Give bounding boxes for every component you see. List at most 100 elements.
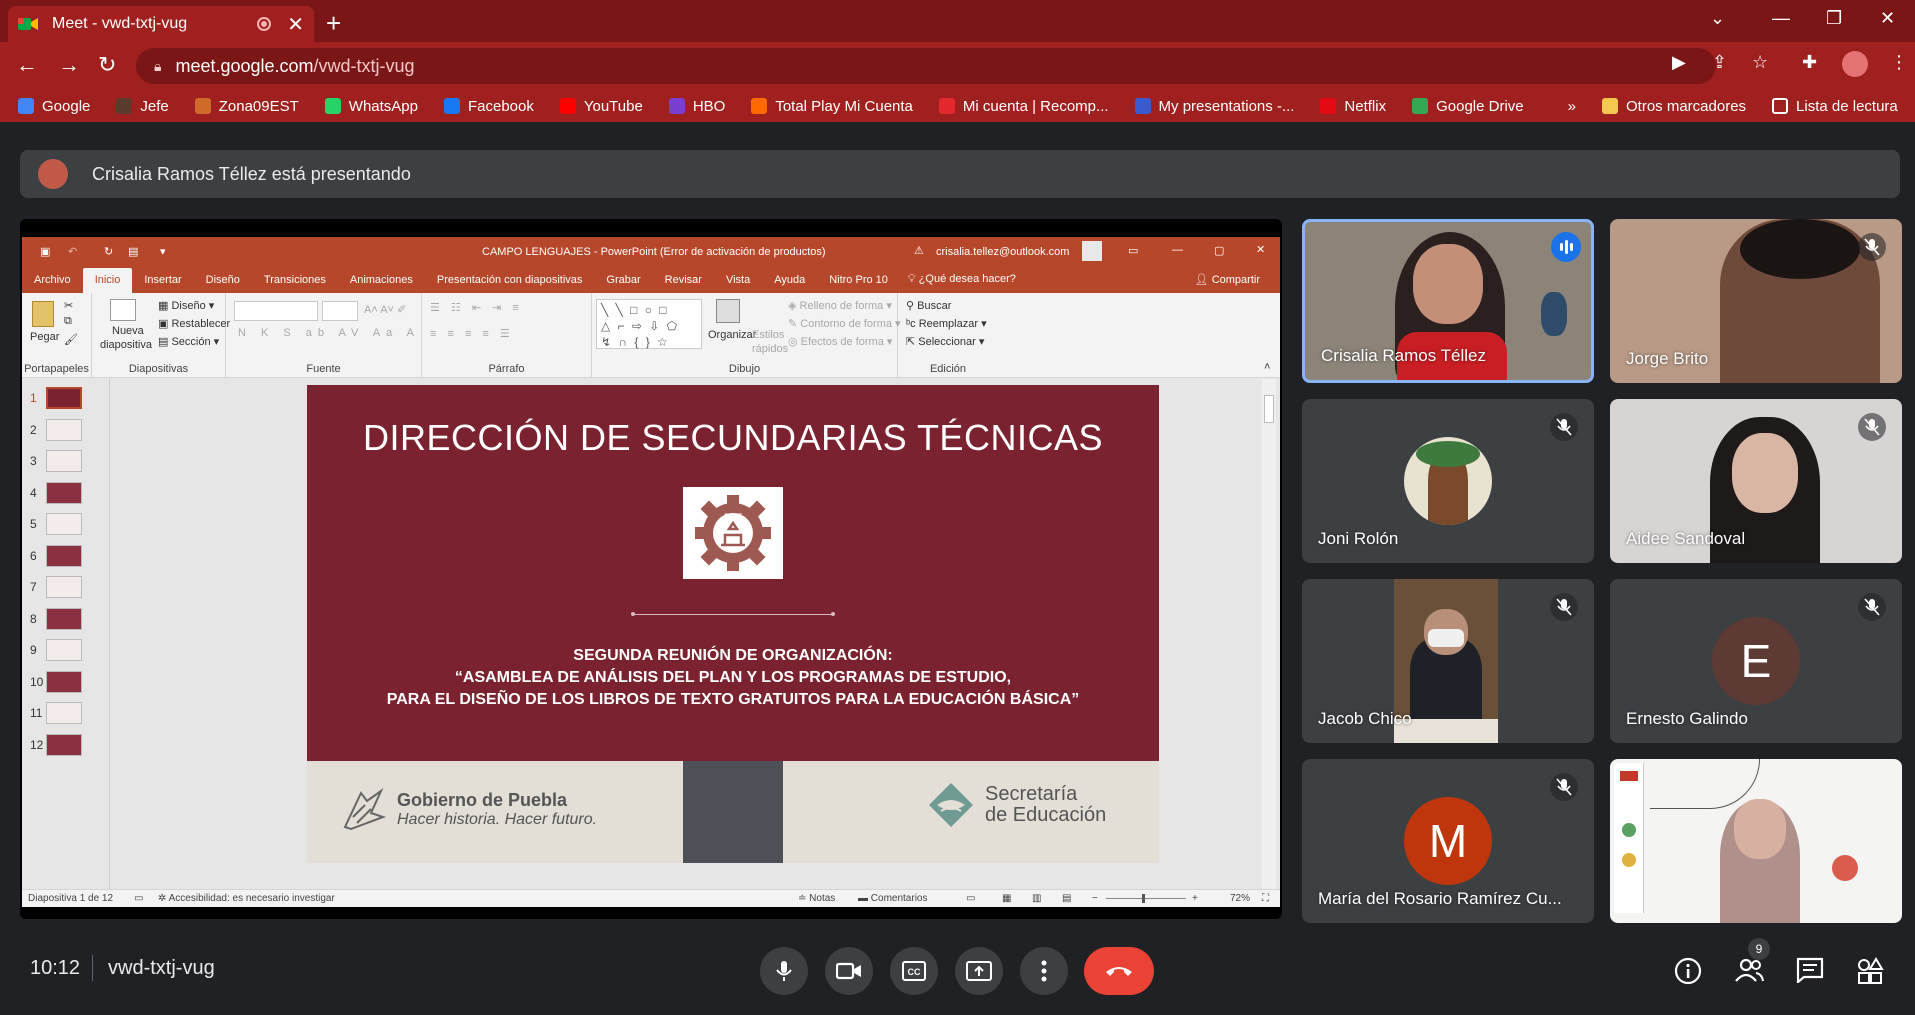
find-button[interactable]: ⚲ Buscar <box>906 299 951 312</box>
camera-permission-icon[interactable]: ▶ <box>1672 52 1686 73</box>
redo-icon[interactable]: ↻ <box>104 245 113 258</box>
quick-styles-line2[interactable]: rápidos <box>752 343 788 355</box>
font-format-icons[interactable]: N K S ab AV Aa A <box>238 327 420 339</box>
ppt-minimize-icon[interactable]: — <box>1172 244 1183 256</box>
ribbon-tab-vista[interactable]: Vista <box>714 274 762 293</box>
bookmark-item[interactable]: Netflix <box>1320 98 1386 115</box>
participant-tile[interactable]: E Ernesto Galindo <box>1610 579 1902 743</box>
qat-dropdown-icon[interactable]: ▾ <box>160 245 166 258</box>
reading-view-icon[interactable]: ▥ <box>1032 893 1041 904</box>
zoom-out-icon[interactable]: − <box>1092 893 1098 904</box>
browser-menu-icon[interactable]: ⋮ <box>1890 52 1908 73</box>
ppt-close-icon[interactable]: ✕ <box>1256 243 1265 256</box>
ribbon-tab-insertar[interactable]: Insertar <box>132 274 193 293</box>
slideshow-view-icon[interactable]: ▤ <box>1062 893 1071 904</box>
ribbon-tab-presentacion[interactable]: Presentación con diapositivas <box>425 274 595 293</box>
ribbon-tab-ayuda[interactable]: Ayuda <box>762 274 817 293</box>
grow-font-icon[interactable]: A˄ A˅ ✐ <box>364 303 406 316</box>
more-options-button[interactable] <box>1020 947 1068 995</box>
participant-tile[interactable]: M María del Rosario Ramírez Cu... <box>1302 759 1594 923</box>
bookmark-item[interactable]: WhatsApp <box>324 98 418 115</box>
leave-call-button[interactable] <box>1084 947 1154 995</box>
chat-icon[interactable] <box>1796 957 1824 983</box>
microphone-button[interactable] <box>760 947 808 995</box>
ppt-restore-icon[interactable]: ▢ <box>1214 244 1224 257</box>
minimize-icon[interactable]: — <box>1772 8 1790 29</box>
window-close-icon[interactable]: ✕ <box>1880 8 1895 29</box>
zoom-slider[interactable] <box>1106 898 1186 899</box>
quick-styles-line1[interactable]: Estilos <box>752 329 784 341</box>
slide-thumbnail[interactable] <box>46 450 82 472</box>
start-slideshow-icon[interactable]: ▤ <box>128 245 138 258</box>
save-icon[interactable]: ▣ <box>40 245 50 258</box>
other-bookmarks[interactable]: Otros marcadores <box>1602 98 1746 115</box>
section-button[interactable]: ▤ Sección ▾ <box>158 335 219 348</box>
participants-icon[interactable] <box>1734 957 1764 983</box>
collapse-ribbon-icon[interactable]: ˄ <box>1264 361 1270 373</box>
back-icon[interactable]: ← <box>16 52 38 78</box>
share-page-icon[interactable]: ⇪ <box>1712 52 1727 73</box>
ribbon-tab-animaciones[interactable]: Animaciones <box>338 274 425 293</box>
more-bookmarks-icon[interactable]: » <box>1568 98 1576 115</box>
comments-button[interactable]: ▬ Comentarios <box>858 893 927 904</box>
tab-close-icon[interactable]: ✕ <box>287 12 304 37</box>
omnibox[interactable]: 🔒︎ meet.google.com/vwd-txtj-vug <box>136 48 1716 84</box>
ribbon-tab-grabar[interactable]: Grabar <box>594 274 652 293</box>
ribbon-tab-nitro[interactable]: Nitro Pro 10 <box>817 274 900 293</box>
tab-search-icon[interactable]: ⌄ <box>1710 8 1725 29</box>
restore-icon[interactable]: ❐ <box>1826 8 1842 29</box>
bookmark-item[interactable]: Facebook <box>443 98 534 115</box>
ribbon-tab-archivo[interactable]: Archivo <box>22 274 83 293</box>
participant-tile[interactable]: Crisalia Ramos Téllez <box>1302 219 1594 383</box>
zoom-level[interactable]: 72% <box>1230 893 1250 904</box>
share-ppt-button[interactable]: 👤︎ Compartir <box>1183 273 1280 293</box>
ribbon-tab-inicio[interactable]: Inicio <box>82 268 133 293</box>
slide-scrollbar[interactable] <box>1262 379 1276 889</box>
arrange-button[interactable]: Organizar <box>708 329 756 341</box>
shape-effects-button[interactable]: ◎ Efectos de forma ▾ <box>788 335 892 348</box>
paste-button[interactable]: Pegar <box>30 331 59 343</box>
participant-tile[interactable]: Aidee Sandoval <box>1610 399 1902 563</box>
reload-icon[interactable]: ↻ <box>98 52 116 78</box>
accessibility-status[interactable]: ✲ Accesibilidad: es necesario investigar <box>158 893 335 904</box>
bookmark-item[interactable]: Google Drive <box>1412 98 1524 115</box>
bookmark-star-icon[interactable]: ☆ <box>1752 52 1768 73</box>
shape-fill-button[interactable]: ◈ Relleno de forma ▾ <box>788 299 892 312</box>
replace-button[interactable]: ᵇc Reemplazar ▾ <box>906 317 987 330</box>
ribbon-tab-revisar[interactable]: Revisar <box>653 274 714 293</box>
slide-thumbnail[interactable] <box>46 387 82 409</box>
present-screen-button[interactable] <box>955 947 1003 995</box>
participant-tile[interactable]: Jacob Chico <box>1302 579 1594 743</box>
account-avatar[interactable] <box>1082 241 1102 261</box>
scrollbar-thumb[interactable] <box>1264 395 1274 423</box>
participant-tile[interactable]: Joni Rolón <box>1302 399 1594 563</box>
participant-tile[interactable] <box>1610 759 1902 923</box>
bookmark-item[interactable]: Zona09EST <box>194 98 299 115</box>
sorter-view-icon[interactable]: ▦ <box>1002 893 1011 904</box>
slide-thumbnail[interactable] <box>46 513 82 535</box>
reading-list[interactable]: Lista de lectura <box>1772 98 1898 115</box>
bookmark-item[interactable]: HBO <box>668 98 725 115</box>
ppt-account[interactable]: crisalia.tellez@outlook.com <box>936 246 1069 258</box>
tell-me-box[interactable]: 💡︎ ¿Qué desea hacer? <box>900 273 1028 293</box>
bookmark-item[interactable]: Google <box>18 98 90 115</box>
undo-icon[interactable]: ↶ <box>68 245 77 258</box>
bookmark-item[interactable]: Mi cuenta | Recomp... <box>938 98 1109 115</box>
slide-thumbnail[interactable] <box>46 607 82 630</box>
current-slide[interactable]: DIRECCIÓN DE SECUNDARIAS TÉCNICAS DST SE… <box>307 385 1159 863</box>
copy-icon[interactable]: ⧉ <box>64 315 72 328</box>
font-size-combo[interactable] <box>322 301 358 321</box>
font-name-combo[interactable] <box>234 301 318 321</box>
bookmark-item[interactable]: My presentations -... <box>1134 98 1294 115</box>
spellcheck-icon[interactable]: ▭ <box>134 893 143 904</box>
shapes-gallery[interactable]: ╲ ╲ □ ○ □ △ ⌐ ⇨ ⇩ ⬠ ↯ ∩ { } ☆ <box>596 299 702 349</box>
cut-icon[interactable]: ✂ <box>64 299 73 312</box>
captions-button[interactable]: CC <box>890 947 938 995</box>
align-icons[interactable]: ≡ ≡ ≡ ≡ ☰ <box>430 327 514 340</box>
ribbon-tab-transiciones[interactable]: Transiciones <box>252 274 338 293</box>
slide-thumbnail[interactable] <box>46 544 82 567</box>
slide-thumbnail[interactable] <box>46 576 82 598</box>
slide-thumbnail[interactable] <box>46 702 82 724</box>
format-painter-icon[interactable]: 🖌︎ <box>64 333 78 346</box>
browser-tab[interactable]: Meet - vwd-txtj-vug ✕ <box>8 6 314 42</box>
